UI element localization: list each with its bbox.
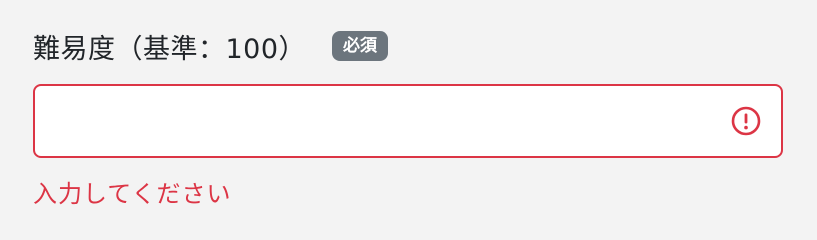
field-label: 難易度（基準：100）	[33, 33, 307, 65]
exclamation-circle-icon	[731, 106, 761, 136]
difficulty-input[interactable]	[35, 86, 781, 156]
label-row: 難易度（基準：100） 必須	[33, 22, 783, 70]
difficulty-input-wrapper	[33, 84, 783, 158]
error-message: 入力してください	[33, 180, 232, 208]
difficulty-field: 難易度（基準：100） 必須 入力してください	[33, 22, 783, 209]
required-badge: 必須	[332, 31, 389, 61]
